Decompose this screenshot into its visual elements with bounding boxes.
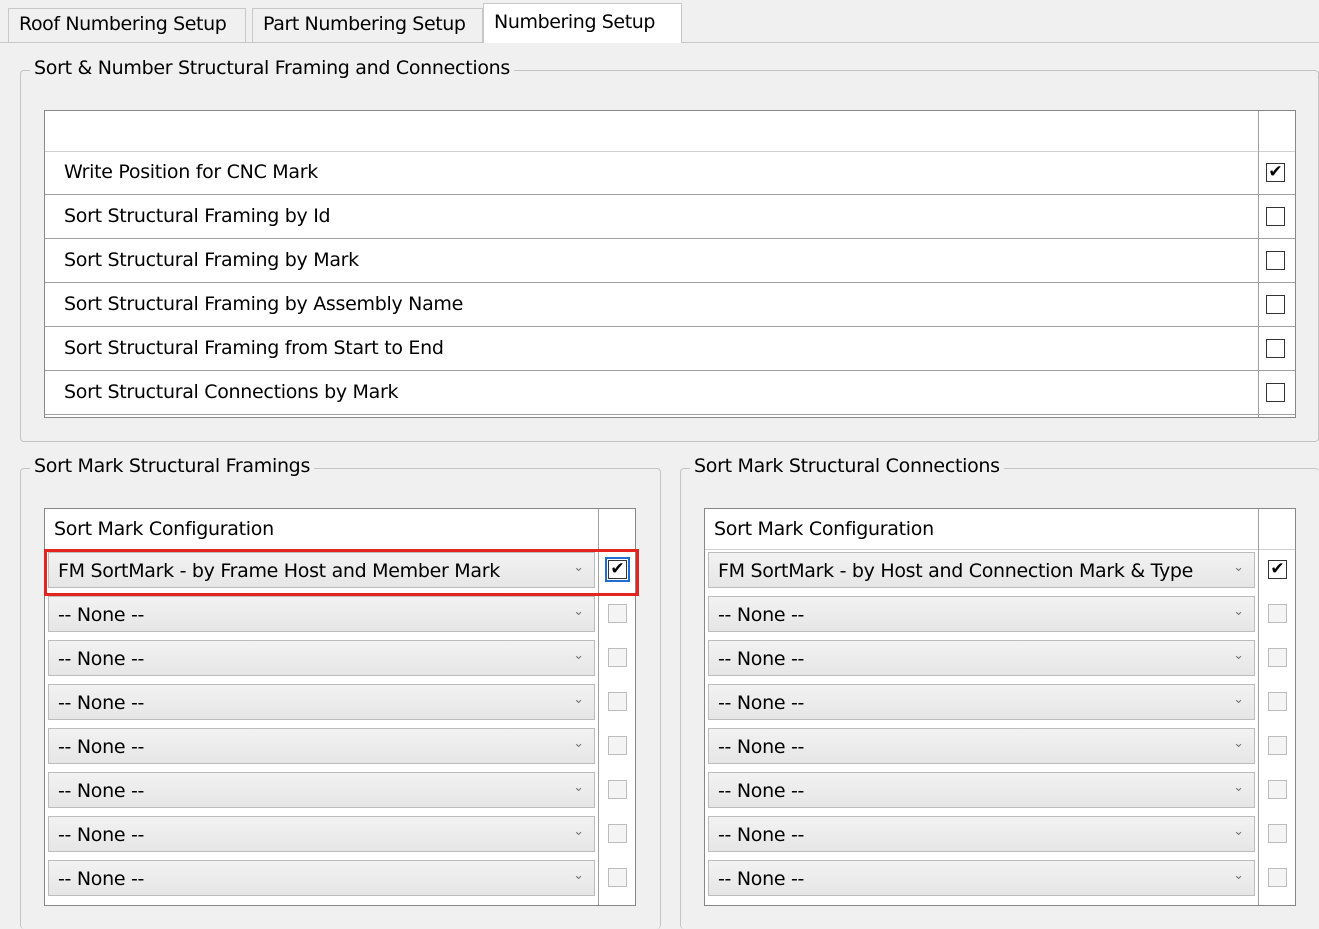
sort-mark-checkbox[interactable] (1268, 692, 1287, 711)
chevron-down-icon[interactable]: ⌄ (1233, 868, 1244, 883)
grid-column-separator (1258, 509, 1259, 905)
options-grid: Write Position for CNC Mark ✔ Sort Structu… (44, 110, 1296, 418)
chevron-down-icon[interactable]: ⌄ (573, 824, 584, 839)
dropdown-value: -- None -- (718, 780, 805, 802)
tab-bar: Roof Numbering Setup Part Numbering Setu… (0, 0, 1319, 43)
grid-header: Sort Mark Configuration (705, 509, 1295, 550)
chevron-down-icon[interactable]: ⌄ (573, 648, 584, 663)
dropdown-value: -- None -- (718, 736, 805, 758)
sort-mark-dropdown[interactable]: -- None -- ⌄ (708, 596, 1255, 632)
option-row[interactable]: Sort Structural Framing from Start to En… (45, 327, 1295, 371)
group-title: Sort & Number Structural Framing and Con… (30, 57, 515, 79)
tab-label: Part Numbering Setup (263, 13, 466, 35)
group-title: Sort Mark Structural Framings (30, 455, 315, 477)
dropdown-value: -- None -- (58, 868, 145, 890)
dropdown-value: -- None -- (58, 824, 145, 846)
chevron-down-icon[interactable]: ⌄ (573, 604, 584, 619)
chevron-down-icon[interactable]: ⌄ (573, 692, 584, 707)
option-label: Sort Structural Framing by Assembly Name (64, 293, 464, 315)
option-label: Sort Structural Connections by Mark (64, 381, 399, 403)
sort-mark-checkbox[interactable] (1268, 824, 1287, 843)
option-label: Sort Structural Framing by Mark (64, 249, 359, 271)
dropdown-value: -- None -- (718, 648, 805, 670)
option-row[interactable]: Write Position for CNC Mark ✔ (45, 151, 1295, 195)
dropdown-value: -- None -- (58, 692, 145, 714)
sort-mark-dropdown[interactable]: -- None -- ⌄ (48, 596, 595, 632)
dropdown-value: -- None -- (58, 648, 145, 670)
sort-mark-checkbox[interactable] (608, 648, 627, 667)
option-label: Sort Structural Framing by Id (64, 205, 331, 227)
option-checkbox[interactable] (1266, 339, 1285, 358)
grid-header: Sort Mark Configuration (45, 509, 635, 550)
sort-mark-dropdown[interactable]: -- None -- ⌄ (708, 728, 1255, 764)
chevron-down-icon[interactable]: ⌄ (573, 868, 584, 883)
sort-mark-dropdown[interactable]: -- None -- ⌄ (48, 860, 595, 896)
option-row[interactable]: Sort Structural Framing by Assembly Name (45, 283, 1295, 327)
checkmark-icon: ✔ (1270, 559, 1285, 579)
chevron-down-icon[interactable]: ⌄ (1233, 692, 1244, 707)
option-label: Write Position for CNC Mark (64, 161, 318, 183)
sort-mark-checkbox[interactable] (1268, 780, 1287, 799)
sort-mark-dropdown[interactable]: -- None -- ⌄ (708, 684, 1255, 720)
sort-mark-checkbox[interactable] (1268, 736, 1287, 755)
sort-mark-dropdown[interactable]: -- None -- ⌄ (48, 684, 595, 720)
sort-mark-checkbox[interactable] (608, 824, 627, 843)
tab-roof-numbering-setup[interactable]: Roof Numbering Setup (8, 8, 246, 42)
connections-config-grid: Sort Mark Configuration FM SortMark - by… (704, 508, 1296, 906)
option-checkbox[interactable] (1266, 383, 1285, 402)
tab-numbering-setup[interactable]: Numbering Setup (483, 3, 682, 43)
sort-mark-dropdown[interactable]: -- None -- ⌄ (48, 772, 595, 808)
option-row[interactable]: Sort Structural Connections by Mark (45, 371, 1295, 415)
chevron-down-icon[interactable]: ⌄ (1233, 604, 1244, 619)
dropdown-value: -- None -- (58, 604, 145, 626)
dropdown-value: -- None -- (58, 736, 145, 758)
option-label: Sort Structural Framing from Start to En… (64, 337, 444, 359)
sort-mark-checkbox[interactable] (608, 868, 627, 887)
selection-highlight (44, 549, 639, 596)
sort-mark-dropdown[interactable]: FM SortMark - by Host and Connection Mar… (708, 552, 1255, 588)
tab-label: Roof Numbering Setup (19, 13, 227, 35)
sort-mark-dropdown[interactable]: -- None -- ⌄ (708, 816, 1255, 852)
sort-mark-checkbox[interactable]: ✔ (1268, 560, 1287, 579)
sort-mark-checkbox[interactable] (1268, 648, 1287, 667)
dropdown-value: -- None -- (718, 868, 805, 890)
checkmark-icon: ✔ (1268, 162, 1283, 182)
option-checkbox[interactable] (1266, 295, 1285, 314)
sort-mark-checkbox[interactable] (608, 604, 627, 623)
option-row[interactable]: Sort Structural Framing by Mark (45, 239, 1295, 283)
dropdown-value: -- None -- (718, 824, 805, 846)
sort-mark-dropdown[interactable]: -- None -- ⌄ (708, 772, 1255, 808)
column-header-sort-mark-configuration: Sort Mark Configuration (54, 518, 274, 540)
sort-mark-checkbox[interactable] (608, 780, 627, 799)
option-checkbox[interactable] (1266, 251, 1285, 270)
sort-mark-dropdown[interactable]: -- None -- ⌄ (48, 640, 595, 676)
tab-label: Numbering Setup (494, 11, 656, 33)
tab-part-numbering-setup[interactable]: Part Numbering Setup (252, 8, 483, 42)
option-checkbox[interactable]: ✔ (1266, 163, 1285, 182)
sort-mark-checkbox[interactable] (1268, 868, 1287, 887)
chevron-down-icon[interactable]: ⌄ (1233, 824, 1244, 839)
sort-mark-dropdown[interactable]: -- None -- ⌄ (708, 640, 1255, 676)
sort-mark-checkbox[interactable] (608, 692, 627, 711)
chevron-down-icon[interactable]: ⌄ (573, 736, 584, 751)
sort-mark-dropdown[interactable]: -- None -- ⌄ (708, 860, 1255, 896)
dropdown-value: -- None -- (718, 692, 805, 714)
chevron-down-icon[interactable]: ⌄ (1233, 560, 1244, 575)
sort-mark-checkbox[interactable] (1268, 604, 1287, 623)
dropdown-value: -- None -- (58, 780, 145, 802)
dropdown-value: FM SortMark - by Host and Connection Mar… (718, 560, 1194, 582)
group-title: Sort Mark Structural Connections (690, 455, 1004, 477)
grid-header (45, 111, 1295, 152)
chevron-down-icon[interactable]: ⌄ (1233, 648, 1244, 663)
sort-mark-dropdown[interactable]: -- None -- ⌄ (48, 816, 595, 852)
dropdown-value: -- None -- (718, 604, 805, 626)
chevron-down-icon[interactable]: ⌄ (1233, 780, 1244, 795)
option-row[interactable]: Sort Structural Framing by Id (45, 195, 1295, 239)
sort-mark-checkbox[interactable] (608, 736, 627, 755)
column-header-sort-mark-configuration: Sort Mark Configuration (714, 518, 934, 540)
sort-mark-dropdown[interactable]: -- None -- ⌄ (48, 728, 595, 764)
option-checkbox[interactable] (1266, 207, 1285, 226)
chevron-down-icon[interactable]: ⌄ (1233, 736, 1244, 751)
chevron-down-icon[interactable]: ⌄ (573, 780, 584, 795)
